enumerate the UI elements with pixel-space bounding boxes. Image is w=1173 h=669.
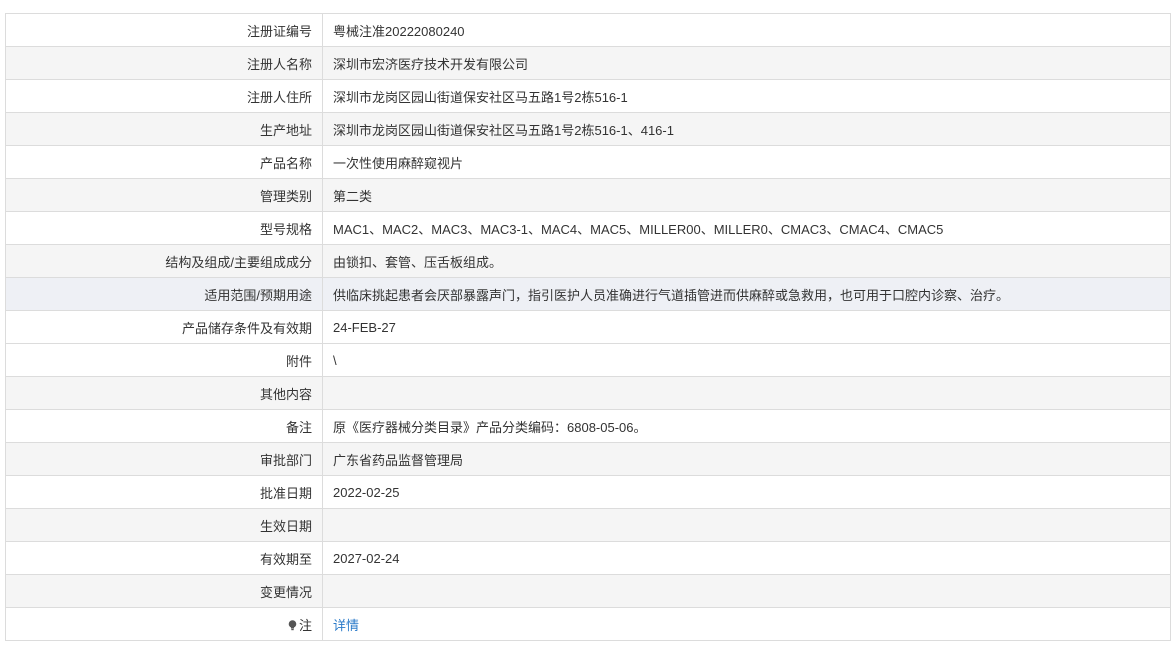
field-value: 粤械注准20222080240 bbox=[322, 13, 1171, 47]
row-model-spec: 型号规格 MAC1、MAC2、MAC3、MAC3-1、MAC4、MAC5、MIL… bbox=[5, 211, 1171, 245]
note-value-cell: 详情 bbox=[322, 607, 1171, 641]
field-label: 管理类别 bbox=[5, 178, 323, 212]
field-value: 2027-02-24 bbox=[322, 541, 1171, 575]
row-approval-department: 审批部门 广东省药品监督管理局 bbox=[5, 442, 1171, 476]
row-product-name: 产品名称 一次性使用麻醉窥视片 bbox=[5, 145, 1171, 179]
field-value: 2022-02-25 bbox=[322, 475, 1171, 509]
row-storage-validity: 产品储存条件及有效期 24-FEB-27 bbox=[5, 310, 1171, 344]
row-registrant-address: 注册人住所 深圳市龙岗区园山街道保安社区马五路1号2栋516-1 bbox=[5, 79, 1171, 113]
field-value: 广东省药品监督管理局 bbox=[322, 442, 1171, 476]
field-label: 生效日期 bbox=[5, 508, 323, 542]
row-attachment: 附件 \ bbox=[5, 343, 1171, 377]
field-label: 备注 bbox=[5, 409, 323, 443]
note-label-cell: 注 bbox=[5, 607, 323, 641]
field-label: 产品储存条件及有效期 bbox=[5, 310, 323, 344]
field-value: 原《医疗器械分类目录》产品分类编码：6808-05-06。 bbox=[322, 409, 1171, 443]
field-value: MAC1、MAC2、MAC3、MAC3-1、MAC4、MAC5、MILLER00… bbox=[322, 211, 1171, 245]
field-label: 注册人住所 bbox=[5, 79, 323, 113]
field-label: 附件 bbox=[5, 343, 323, 377]
registration-detail-table: 注册证编号 粤械注准20222080240 注册人名称 深圳市宏济医疗技术开发有… bbox=[5, 13, 1171, 641]
row-other-content: 其他内容 bbox=[5, 376, 1171, 410]
field-label: 型号规格 bbox=[5, 211, 323, 245]
field-value: 一次性使用麻醉窥视片 bbox=[322, 145, 1171, 179]
field-label: 注册证编号 bbox=[5, 13, 323, 47]
field-value: 供临床挑起患者会厌部暴露声门，指引医护人员准确进行气道插管进而供麻醉或急救用，也… bbox=[322, 277, 1171, 311]
field-label: 注册人名称 bbox=[5, 46, 323, 80]
field-label: 生产地址 bbox=[5, 112, 323, 146]
row-registrant-name: 注册人名称 深圳市宏济医疗技术开发有限公司 bbox=[5, 46, 1171, 80]
lightbulb-icon bbox=[288, 619, 297, 631]
row-intended-use: 适用范围/预期用途 供临床挑起患者会厌部暴露声门，指引医护人员准确进行气道插管进… bbox=[5, 277, 1171, 311]
row-registration-number: 注册证编号 粤械注准20222080240 bbox=[5, 13, 1171, 47]
note-label: 注 bbox=[298, 617, 312, 633]
row-note: 注 详情 bbox=[5, 607, 1171, 641]
row-remarks: 备注 原《医疗器械分类目录》产品分类编码：6808-05-06。 bbox=[5, 409, 1171, 443]
field-label: 适用范围/预期用途 bbox=[5, 277, 323, 311]
field-value: \ bbox=[322, 343, 1171, 377]
field-value: 24-FEB-27 bbox=[322, 310, 1171, 344]
field-label: 有效期至 bbox=[5, 541, 323, 575]
field-value: 深圳市宏济医疗技术开发有限公司 bbox=[322, 46, 1171, 80]
field-label: 其他内容 bbox=[5, 376, 323, 410]
field-value: 深圳市龙岗区园山街道保安社区马五路1号2栋516-1 bbox=[322, 79, 1171, 113]
field-value bbox=[322, 376, 1171, 410]
field-label: 结构及组成/主要组成成分 bbox=[5, 244, 323, 278]
field-label: 产品名称 bbox=[5, 145, 323, 179]
row-change-status: 变更情况 bbox=[5, 574, 1171, 608]
field-value bbox=[322, 508, 1171, 542]
registration-detail-page: 注册证编号 粤械注准20222080240 注册人名称 深圳市宏济医疗技术开发有… bbox=[0, 0, 1173, 669]
row-production-address: 生产地址 深圳市龙岗区园山街道保安社区马五路1号2栋516-1、416-1 bbox=[5, 112, 1171, 146]
row-management-category: 管理类别 第二类 bbox=[5, 178, 1171, 212]
field-value: 由锁扣、套管、压舌板组成。 bbox=[322, 244, 1171, 278]
row-structure-composition: 结构及组成/主要组成成分 由锁扣、套管、压舌板组成。 bbox=[5, 244, 1171, 278]
details-link[interactable]: 详情 bbox=[333, 618, 359, 633]
field-value: 第二类 bbox=[322, 178, 1171, 212]
field-label: 审批部门 bbox=[5, 442, 323, 476]
field-value: 深圳市龙岗区园山街道保安社区马五路1号2栋516-1、416-1 bbox=[322, 112, 1171, 146]
field-label: 变更情况 bbox=[5, 574, 323, 608]
field-label: 批准日期 bbox=[5, 475, 323, 509]
row-approval-date: 批准日期 2022-02-25 bbox=[5, 475, 1171, 509]
row-effective-date: 生效日期 bbox=[5, 508, 1171, 542]
row-valid-until: 有效期至 2027-02-24 bbox=[5, 541, 1171, 575]
field-value bbox=[322, 574, 1171, 608]
